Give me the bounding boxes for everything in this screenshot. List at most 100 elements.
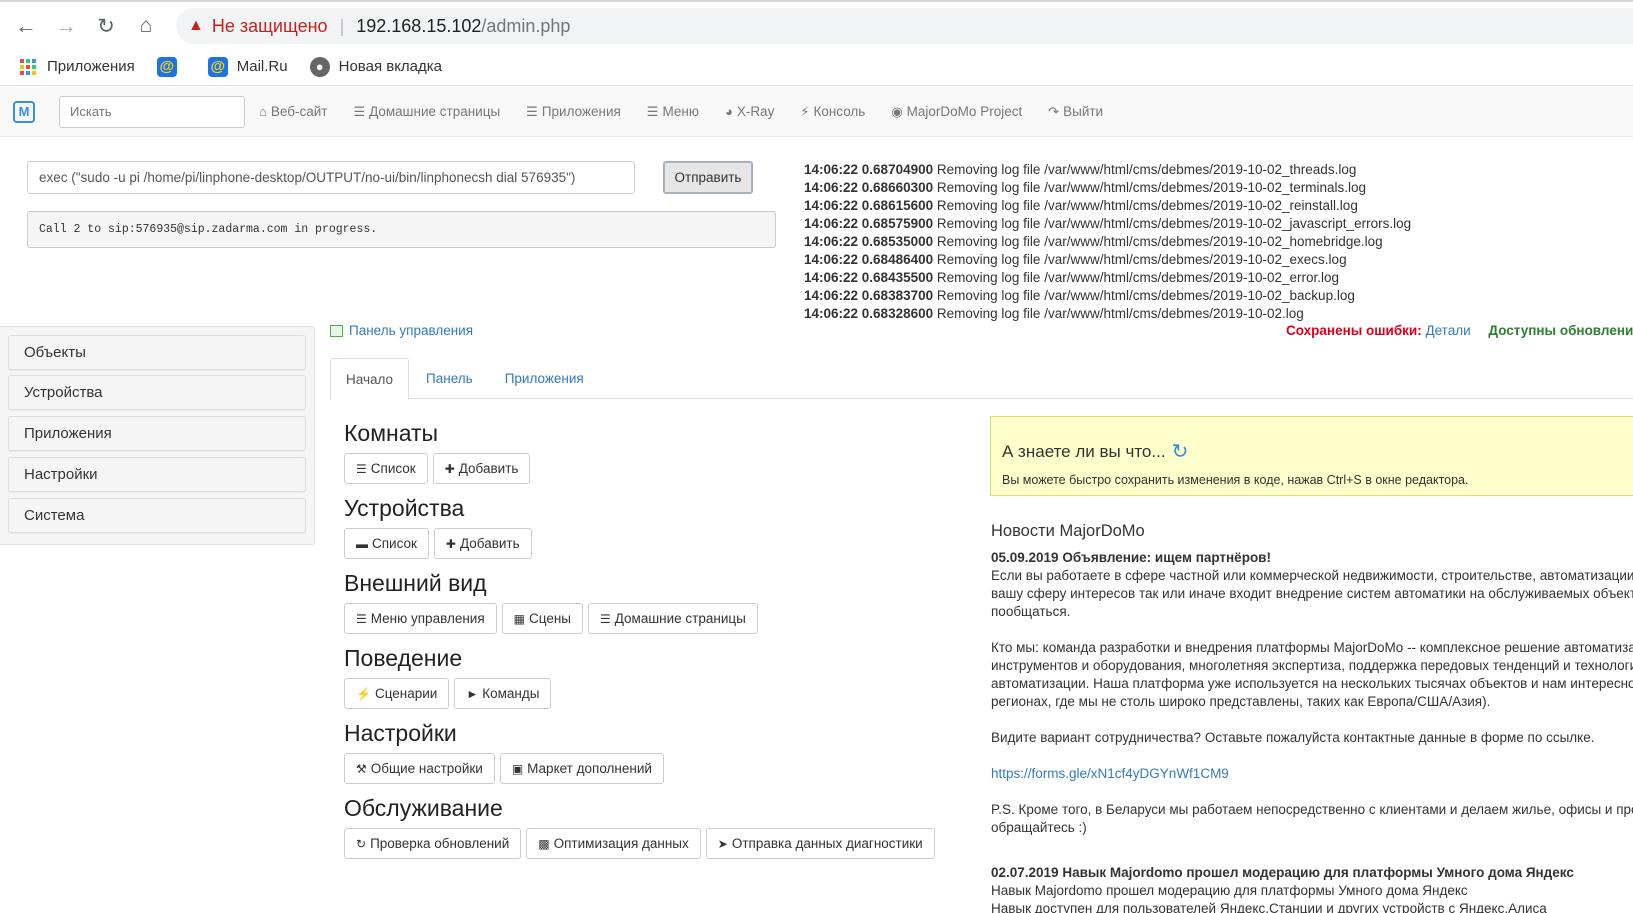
bookmark-mailru[interactable]: @ Mail.Ru <box>207 56 288 77</box>
details-link[interactable]: Детали <box>1425 323 1470 338</box>
devices-list-button[interactable]: ▬ Список <box>344 528 429 559</box>
log-line: 14:06:22 0.68328600 Removing log file /v… <box>804 306 1304 321</box>
section-appearance: Внешний вид ☰ Меню управления ▦ Сцены ☰ Дом… <box>344 570 763 634</box>
bookmark-apps[interactable]: Приложения <box>18 57 135 77</box>
commands-button[interactable]: ► Команды <box>454 678 552 709</box>
general-settings-button[interactable]: ⚒ Общие настройки <box>344 753 495 784</box>
optimize-data-button[interactable]: ▩ Оптимизация данных <box>526 828 701 859</box>
tab-panel[interactable]: Панель <box>411 358 488 399</box>
flash-icon: ⚡ <box>356 686 371 701</box>
news-text: Если вы работаете в сфере частной или ко… <box>991 568 1633 583</box>
bookmark-mail-icon-only[interactable]: @ <box>156 56 186 77</box>
command-output: Call 2 to sip:576935@sip.zadarma.com in … <box>27 211 776 248</box>
refresh-icon[interactable]: ↻ <box>1172 439 1189 464</box>
home-icon: ⌂ <box>259 104 267 119</box>
log-line: 14:06:22 0.68486400 Removing log file /v… <box>804 252 1347 267</box>
devices-add-button[interactable]: ✚ Добавить <box>433 528 532 559</box>
forward-icon[interactable]: → <box>52 12 80 40</box>
address-separator: | <box>339 15 345 36</box>
globe-icon: ● <box>309 56 330 77</box>
sidebar-item-objects[interactable]: Объекты <box>8 335 306 370</box>
news-title: 05.09.2019 Объявление: ищем партнёров! <box>991 550 1271 565</box>
flash-icon: ⚡ <box>800 103 810 119</box>
majordomo-logo-icon[interactable]: M <box>13 100 35 123</box>
tab-apps[interactable]: Приложения <box>490 358 599 399</box>
control-menu-button[interactable]: ☰ Меню управления <box>344 603 497 634</box>
send-button[interactable]: Отправить <box>663 161 753 194</box>
nav-label: Домашние страницы <box>369 104 501 119</box>
bookmark-label: Приложения <box>47 58 135 75</box>
panel-icon <box>330 324 343 337</box>
grid-icon: ▦ <box>513 611 525 626</box>
scenes-button[interactable]: ▦ Сцены <box>501 603 583 634</box>
log-line: 14:06:22 0.68383700 Removing log file /v… <box>804 288 1355 303</box>
check-updates-button[interactable]: ↻ Проверка обновлений <box>344 828 522 859</box>
rooms-list-button[interactable]: ☰ Список <box>344 453 428 484</box>
wrench-icon: ⚒ <box>356 761 367 776</box>
plus-icon: ✚ <box>444 461 455 476</box>
cart-icon: ▣ <box>511 761 524 776</box>
nav-label: X-Ray <box>736 104 775 119</box>
breadcrumb[interactable]: Панель управления <box>330 323 473 338</box>
send-icon: ➤ <box>717 836 728 851</box>
news-link[interactable]: https://forms.gle/xN1cf4yDGYnWf1CM9 <box>991 766 1229 781</box>
sidebar-item-system[interactable]: Система <box>8 498 306 533</box>
log-line: 14:06:22 0.68660300 Removing log file /v… <box>804 180 1367 195</box>
logout-icon: ↷ <box>1048 103 1060 119</box>
nav-xray[interactable]: ◕ X-Ray <box>725 104 774 120</box>
nav-label: Консоль <box>813 104 866 119</box>
scenarios-button[interactable]: ⚡ Сценарии <box>344 678 450 709</box>
log-list: 14:06:22 0.68704900 Removing log file /v… <box>804 161 1411 323</box>
news-text: автоматизации. Наша платформа уже исполь… <box>991 676 1633 691</box>
news-text: регионах, где мы не столь широко предста… <box>991 694 1491 709</box>
bookmarks-bar: Приложения @ @ Mail.Ru ● Новая вкладка <box>0 48 1633 86</box>
nav-label: Выйти <box>1063 104 1104 119</box>
errors-label: Сохранены ошибки: <box>1286 323 1422 338</box>
addons-market-button[interactable]: ▣ Маркет дополнений <box>499 753 664 784</box>
status-bar: Сохранены ошибки: Детали Доступны обновл… <box>1286 323 1633 338</box>
nav-menu[interactable]: ☰ Меню <box>647 104 699 120</box>
search-input[interactable] <box>59 95 245 128</box>
reload-icon[interactable]: ↻ <box>92 12 120 40</box>
home-pages-button[interactable]: ☰ Домашние страницы <box>587 603 758 634</box>
nav-logout[interactable]: ↷ Выйти <box>1048 104 1103 120</box>
nav-home-pages[interactable]: ☰ Домашние страницы <box>353 104 500 120</box>
log-line: 14:06:22 0.68435500 Removing log file /v… <box>804 270 1340 285</box>
sidebar-item-settings[interactable]: Настройки <box>8 457 306 492</box>
address-bar[interactable]: ▲ Не защищено | 192.168.15.102/admin.php <box>176 8 1633 44</box>
news-text: P.S. Кроме того, в Беларуси мы работаем … <box>991 802 1633 817</box>
list-icon: ☰ <box>599 611 611 626</box>
nav-label: MajorDoMo Project <box>906 104 1023 119</box>
tip-text: Вы можете быстро сохранить изменения в к… <box>1002 473 1469 487</box>
browser-toolbar: ← → ↻ ⌂ ▲ Не защищено | 192.168.15.102/a… <box>0 0 1633 48</box>
nav-apps[interactable]: ☰ Приложения <box>526 104 621 120</box>
section-title: Устройства <box>344 495 465 521</box>
section-title: Внешний вид <box>344 570 487 596</box>
nav-console[interactable]: ⚡ Консоль <box>800 104 865 120</box>
security-label: Не защищено <box>211 15 328 36</box>
nav-project[interactable]: ◉ MajorDoMo Project <box>891 104 1022 120</box>
bookmark-new-tab[interactable]: ● Новая вкладка <box>309 56 442 77</box>
app-navbar: M ⌂Веб-сайт ☰Домашние страницы ☰Приложен… <box>0 87 1633 137</box>
list-icon: ☰ <box>356 611 367 626</box>
back-icon[interactable]: ← <box>12 12 40 40</box>
rooms-add-button[interactable]: ✚ Добавить <box>432 453 531 484</box>
log-line: 14:06:22 0.68575900 Removing log file /v… <box>804 216 1412 231</box>
news-text: обращайтесь :) <box>991 820 1087 835</box>
send-diagnostics-button[interactable]: ➤ Отправка данных диагностики <box>705 828 935 859</box>
tab-start[interactable]: Начало <box>330 358 410 400</box>
section-title: Обслуживание <box>344 795 503 821</box>
section-title: Поведение <box>344 645 463 671</box>
plus-icon: ✚ <box>445 536 456 551</box>
command-input[interactable]: exec ("sudo -u pi /home/pi/linphone-desk… <box>27 161 635 194</box>
list-icon: ☰ <box>526 103 538 119</box>
sidebar-item-apps[interactable]: Приложения <box>8 416 306 451</box>
nav-website[interactable]: ⌂ Веб-сайт <box>259 104 327 120</box>
updates-label[interactable]: Доступны обновления <box>1488 323 1633 338</box>
sidebar: Объекты Устройства Приложения Настройки … <box>0 326 315 545</box>
sidebar-item-devices[interactable]: Устройства <box>8 375 306 410</box>
home-icon[interactable]: ⌂ <box>132 12 160 40</box>
nav-label: Приложения <box>541 104 621 119</box>
dashboard-icon: ◕ <box>724 104 733 119</box>
log-line: 14:06:22 0.68535000 Removing log file /v… <box>804 234 1383 249</box>
